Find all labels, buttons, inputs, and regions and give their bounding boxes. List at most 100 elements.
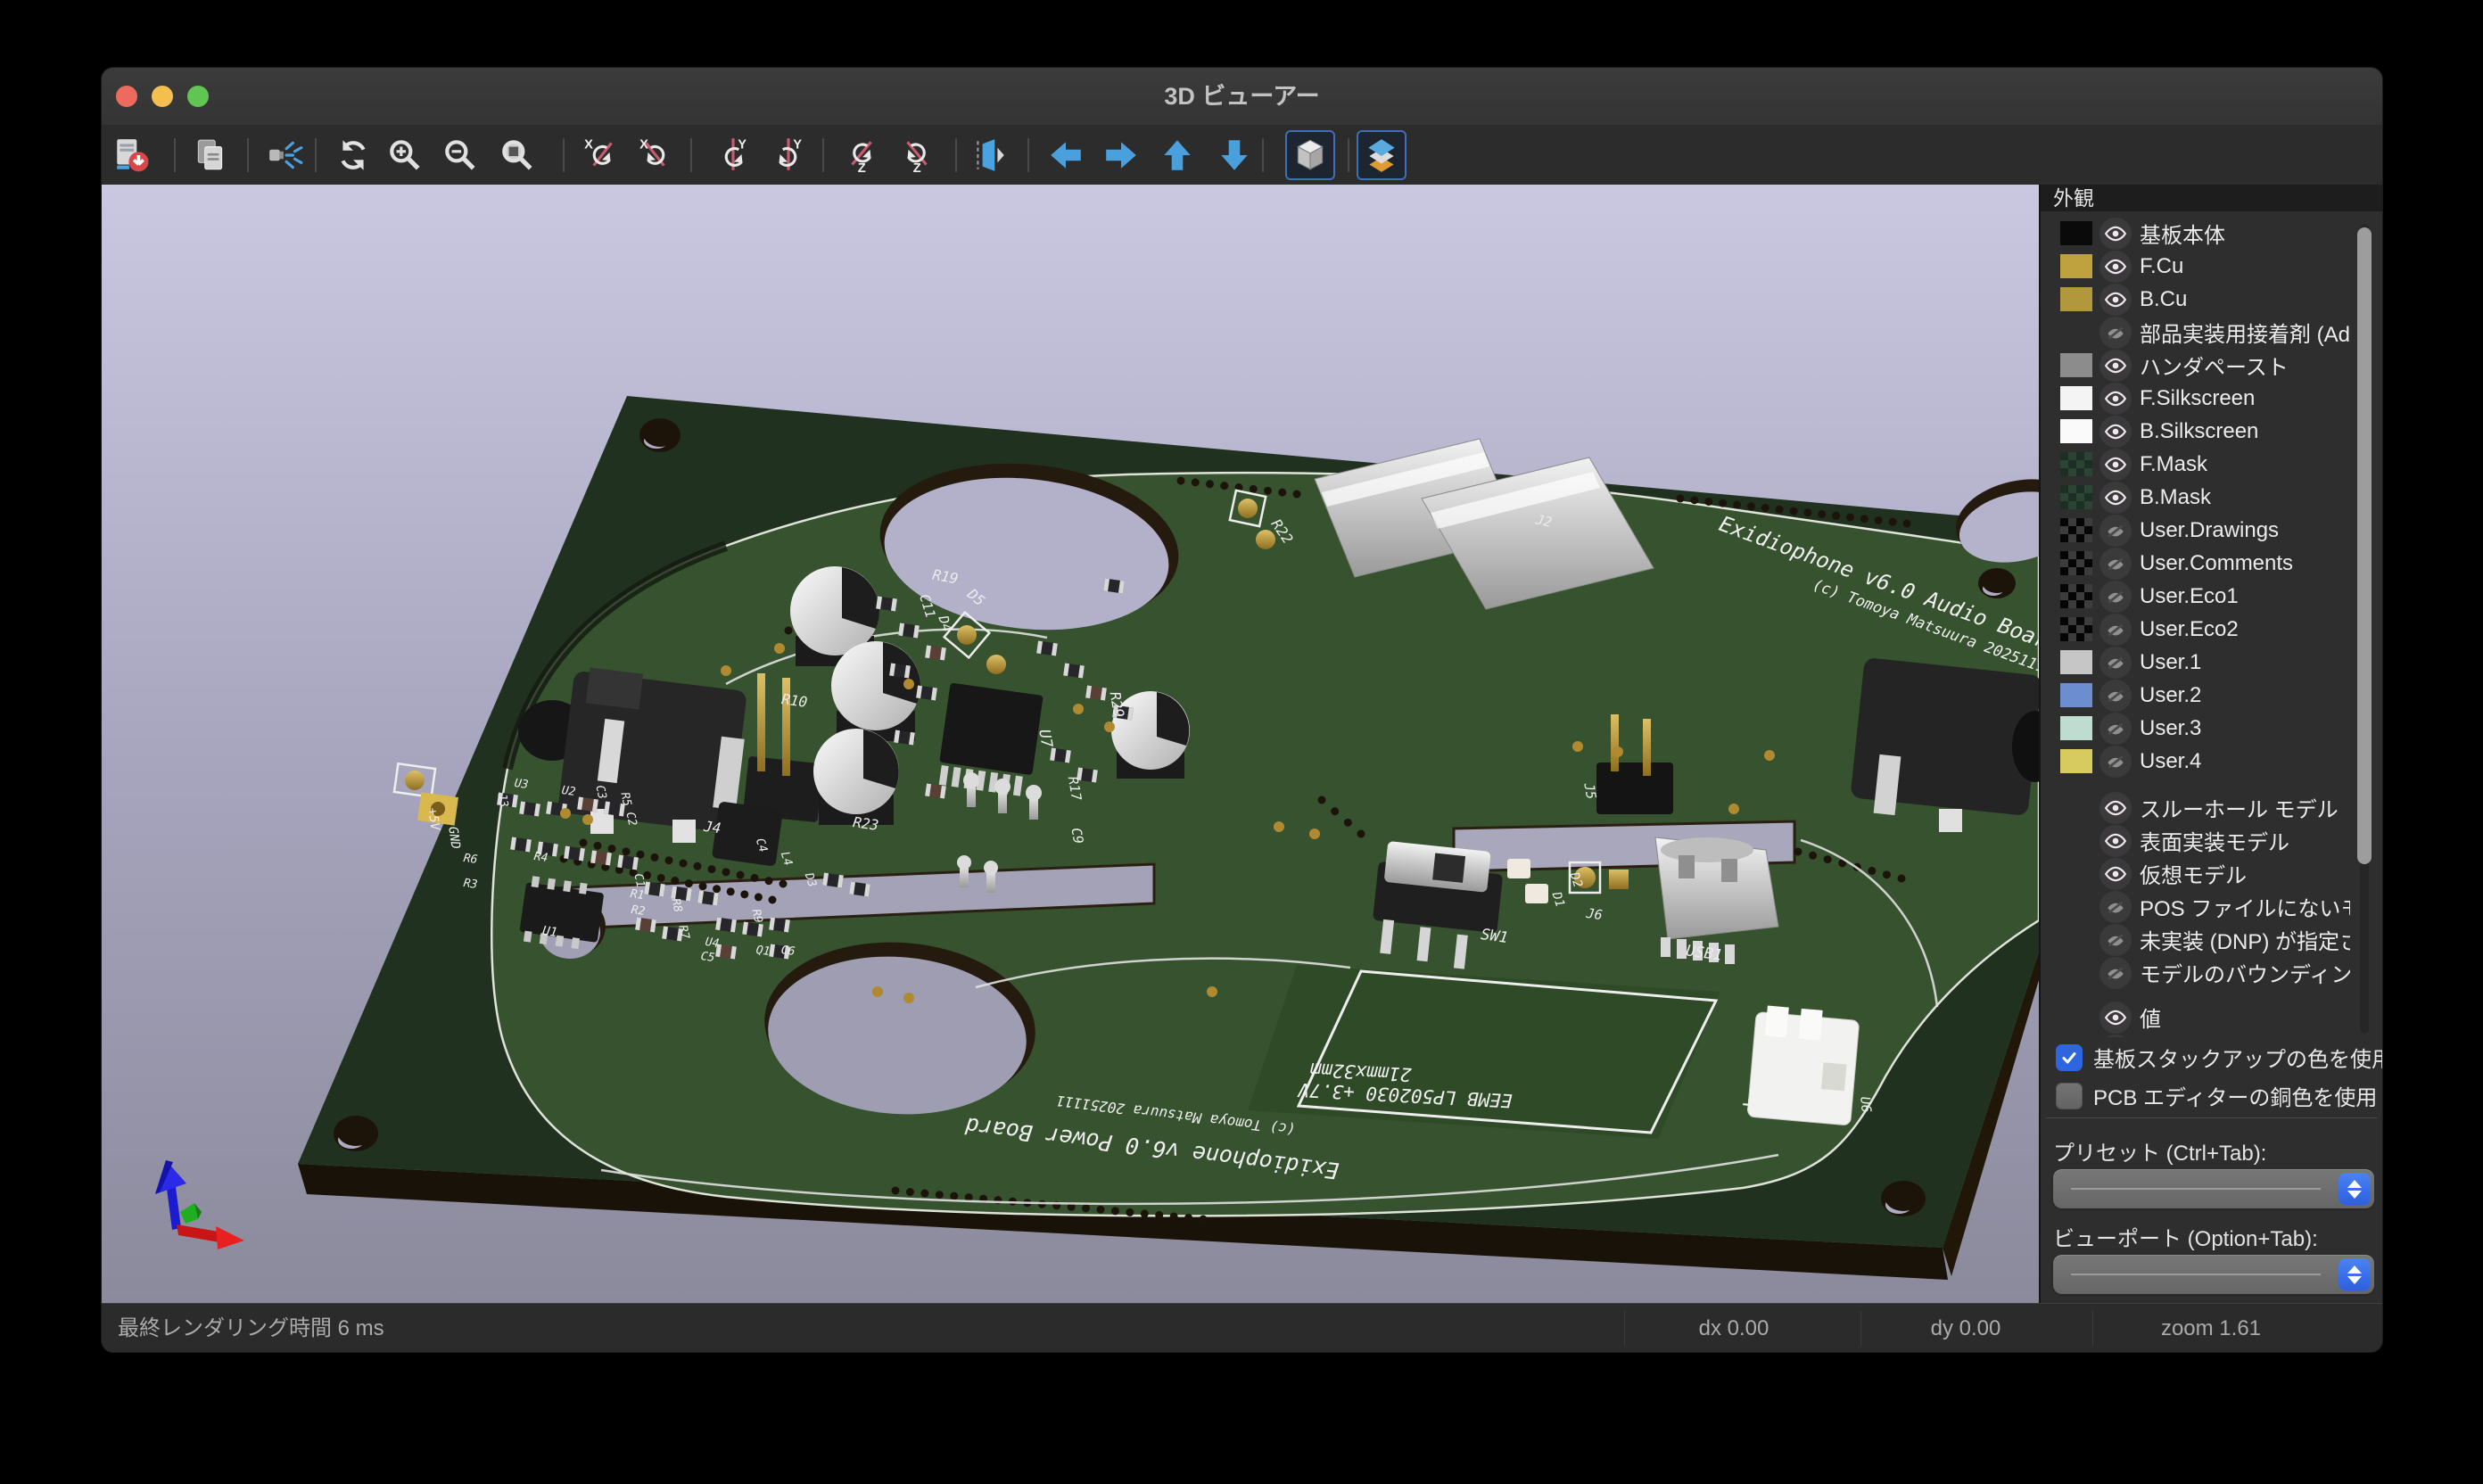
scrollbar-thumb[interactable] (2357, 227, 2372, 864)
layer-row[interactable]: User.3 (2041, 712, 2382, 745)
layer-row[interactable]: User.Drawings (2041, 514, 2382, 547)
layer-row[interactable]: User.4 (2041, 745, 2382, 778)
model-option-row[interactable]: 表面実装モデル (2041, 824, 2382, 857)
redraw-button[interactable] (328, 130, 378, 180)
layer-row[interactable]: User.1 (2041, 646, 2382, 679)
visibility-off-icon[interactable] (2099, 713, 2132, 745)
layer-color-swatch[interactable] (2060, 716, 2092, 740)
layer-color-swatch[interactable] (2060, 287, 2092, 311)
model-option-row[interactable]: スルーホール モデル (2041, 791, 2382, 824)
zoom-out-button[interactable] (435, 130, 485, 180)
layer-row[interactable]: B.Cu (2041, 283, 2382, 316)
viewport-dropdown[interactable] (2053, 1255, 2374, 1294)
layer-color-swatch[interactable] (2060, 749, 2092, 773)
layer-row[interactable]: ハンダペースト (2041, 349, 2382, 382)
visibility-off-icon[interactable] (2099, 548, 2132, 580)
orthographic-projection-button[interactable] (1285, 130, 1335, 180)
3d-viewport[interactable]: Exidiophone v6.0 Audio Board (c) Tomoya … (102, 185, 2041, 1303)
visibility-off-icon[interactable] (2099, 891, 2132, 923)
visibility-off-icon[interactable] (2099, 581, 2132, 613)
layer-color-swatch[interactable] (2060, 617, 2092, 641)
checkbox-pcb-copper-colors[interactable]: PCB エディターの銅色を使用 (2056, 1080, 2377, 1111)
move-left-button[interactable] (1041, 130, 1091, 180)
layer-row[interactable]: User.2 (2041, 679, 2382, 712)
layer-color-swatch[interactable] (2060, 254, 2092, 278)
render-view-button[interactable] (260, 130, 310, 180)
move-right-icon (1102, 136, 1140, 174)
rotate-z-ccw-button[interactable]: Z (892, 130, 942, 180)
layer-color-swatch[interactable] (2060, 650, 2092, 674)
titlebar[interactable]: 3D ビューアー (102, 68, 2382, 126)
reload-board-button[interactable] (106, 130, 156, 180)
visibility-on-icon[interactable] (2099, 416, 2132, 448)
visibility-on-icon[interactable] (2099, 218, 2132, 250)
model-option-row[interactable]: 仮想モデル (2041, 857, 2382, 890)
model-option-row[interactable]: 未実装 (DNP) が指定された (2041, 923, 2382, 956)
status-dx: dx 0.00 (1671, 1304, 1796, 1353)
visibility-on-icon[interactable] (2099, 1002, 2132, 1034)
rotate-y-ccw-button[interactable]: Y (763, 130, 813, 180)
layer-color-swatch[interactable] (2060, 584, 2092, 608)
visibility-on-icon[interactable] (2099, 449, 2132, 481)
zoom-in-button[interactable] (380, 130, 430, 180)
stepper-icon[interactable] (2339, 1258, 2371, 1290)
preset-dropdown[interactable] (2053, 1169, 2374, 1208)
visibility-on-icon[interactable] (2099, 350, 2132, 382)
layer-color-swatch[interactable] (2060, 353, 2092, 377)
move-right-button[interactable] (1096, 130, 1146, 180)
layer-row[interactable]: F.Silkscreen (2041, 382, 2382, 415)
layer-row[interactable]: B.Mask (2041, 481, 2382, 514)
layer-row[interactable]: User.Eco2 (2041, 613, 2382, 646)
visibility-on-icon[interactable] (2099, 251, 2132, 283)
render-option-row[interactable] (2041, 1034, 2382, 1037)
visibility-on-icon[interactable] (2099, 482, 2132, 514)
checkbox-checked-icon[interactable] (2056, 1044, 2083, 1071)
rotate-x-ccw-button[interactable]: X (631, 130, 681, 180)
zoom-to-fit-button[interactable] (492, 130, 542, 180)
visibility-off-icon[interactable] (2099, 924, 2132, 956)
visibility-on-icon[interactable] (2099, 383, 2132, 415)
layer-row[interactable]: B.Silkscreen (2041, 415, 2382, 448)
rotate-y-cw-button[interactable]: Y (708, 130, 758, 180)
layer-color-swatch[interactable] (2060, 551, 2092, 575)
visibility-off-icon[interactable] (2099, 680, 2132, 712)
rotate-x-cw-button[interactable]: X (576, 130, 626, 180)
visibility-off-icon[interactable] (2099, 317, 2132, 349)
checkbox-unchecked-icon[interactable] (2056, 1083, 2083, 1109)
checkbox-stackup-colors[interactable]: 基板スタックアップの色を使用 (2056, 1042, 2382, 1073)
layer-color-swatch[interactable] (2060, 485, 2092, 509)
model-option-row[interactable]: モデルのバウンディングボックス (2041, 956, 2382, 989)
render-option-row[interactable]: 値 (2041, 1001, 2382, 1034)
layer-color-swatch[interactable] (2060, 386, 2092, 410)
visibility-on-icon[interactable] (2099, 858, 2132, 890)
copy-image-button[interactable] (186, 130, 235, 180)
visibility-on-icon[interactable] (2099, 284, 2132, 316)
move-up-button[interactable] (1152, 130, 1202, 180)
stepper-icon[interactable] (2339, 1173, 2371, 1205)
layer-row[interactable]: User.Eco1 (2041, 580, 2382, 613)
visibility-off-icon[interactable] (2099, 957, 2132, 989)
visibility-off-icon[interactable] (2099, 614, 2132, 646)
layer-color-swatch[interactable] (2060, 221, 2092, 245)
flip-board-button[interactable] (964, 130, 1014, 180)
layer-color-swatch[interactable] (2060, 452, 2092, 476)
layer-row[interactable]: 部品実装用接着剤 (Adhesive) (2041, 316, 2382, 349)
sidebar-scrollbar[interactable] (2360, 224, 2369, 1034)
rotate-z-cw-button[interactable]: Z (837, 130, 887, 180)
visibility-on-icon[interactable] (2099, 792, 2132, 824)
visibility-off-icon[interactable] (2099, 647, 2132, 679)
layer-color-swatch[interactable] (2060, 518, 2092, 542)
visibility-on-icon[interactable] (2099, 1035, 2132, 1038)
move-down-button[interactable] (1209, 130, 1259, 180)
layer-row[interactable]: F.Cu (2041, 250, 2382, 283)
visibility-off-icon[interactable] (2099, 746, 2132, 778)
model-option-row[interactable]: POS ファイルにないモデル (2041, 890, 2382, 923)
visibility-off-icon[interactable] (2099, 515, 2132, 547)
layer-row[interactable]: User.Comments (2041, 547, 2382, 580)
visibility-on-icon[interactable] (2099, 825, 2132, 857)
layer-color-swatch[interactable] (2060, 683, 2092, 707)
appearance-panel-button[interactable] (1357, 130, 1406, 180)
layer-row[interactable]: F.Mask (2041, 448, 2382, 481)
layer-color-swatch[interactable] (2060, 419, 2092, 443)
layer-row[interactable]: 基板本体 (2041, 217, 2382, 250)
